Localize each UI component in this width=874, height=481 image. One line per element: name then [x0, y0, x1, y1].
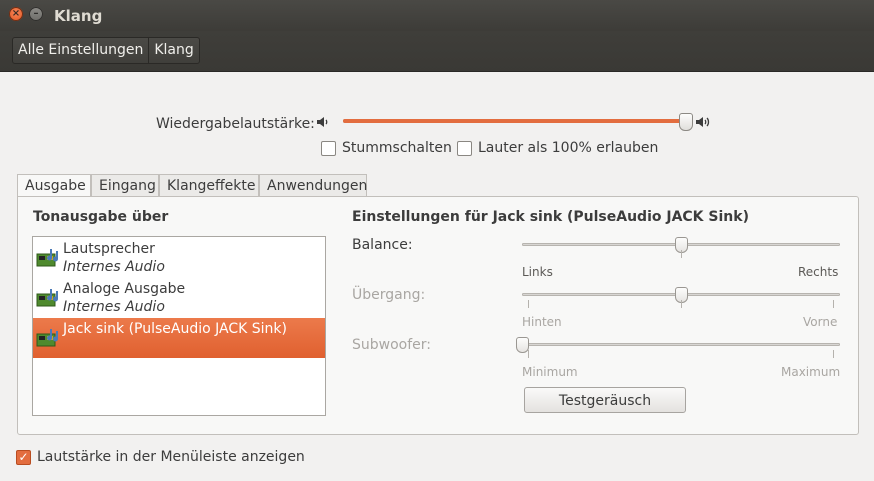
balance-left-label: Links [522, 265, 553, 279]
sound-card-icon [36, 329, 58, 347]
list-item-selected[interactable]: Jack sink (PulseAudio JACK Sink) [33, 318, 325, 358]
fade-right-tick [833, 300, 834, 308]
toolbar: Alle Einstellungen Klang [0, 31, 874, 72]
device-name: Analoge Ausgabe [63, 281, 186, 297]
minimize-button[interactable]: – [29, 7, 43, 21]
subwoofer-label: Subwoofer: [352, 337, 431, 353]
fade-left-label: Hinten [522, 315, 562, 329]
list-item[interactable]: Analoge Ausgabe Internes Audio [33, 278, 325, 318]
tab-sound-effects[interactable]: Klangeffekte [159, 174, 259, 197]
settings-heading: Einstellungen für Jack sink (PulseAudio … [352, 209, 749, 225]
breadcrumb: Alle Einstellungen Klang [12, 37, 200, 64]
mute-label: Stummschalten [342, 140, 452, 156]
list-item[interactable]: Lautsprecher Internes Audio [33, 238, 325, 278]
sound-card-icon [36, 249, 58, 267]
tab-applications[interactable]: Anwendungen [259, 174, 367, 197]
subwoofer-left-tick [528, 350, 529, 358]
tab-input[interactable]: Eingang [91, 174, 159, 197]
main-content: Wiedergabelautstärke: Stummschalten Laut… [4, 72, 870, 477]
balance-label: Balance: [352, 237, 413, 253]
subwoofer-min-label: Minimum [522, 365, 578, 379]
overamplify-label: Lauter als 100% erlauben [478, 140, 659, 156]
subwoofer-slider[interactable] [522, 343, 840, 346]
show-in-menubar-label: Lautstärke in der Menüleiste anzeigen [37, 449, 305, 465]
fade-label: Übergang: [352, 287, 426, 303]
title-bar: × – Klang [0, 0, 874, 31]
volume-label: Wiedergabelautstärke: [156, 116, 315, 132]
fade-right-label: Vorne [803, 315, 838, 329]
subwoofer-max-label: Maximum [781, 365, 841, 379]
volume-low-icon [317, 117, 328, 127]
test-sound-button[interactable]: Testgeräusch [524, 387, 686, 413]
minimize-icon: – [33, 8, 39, 19]
device-name: Lautsprecher [63, 241, 155, 257]
fade-left-tick [528, 300, 529, 308]
volume-slider-handle[interactable] [679, 113, 693, 131]
output-heading: Tonausgabe über [33, 209, 169, 225]
breadcrumb-sound[interactable]: Klang [148, 38, 198, 63]
device-subtitle: Internes Audio [63, 299, 165, 315]
output-panel: Tonausgabe über Lautsprecher Internes Au… [17, 196, 859, 435]
breadcrumb-all-settings[interactable]: Alle Einstellungen [13, 38, 148, 63]
balance-center-tick [681, 250, 682, 258]
volume-high-icon [696, 117, 710, 127]
output-device-list[interactable]: Lautsprecher Internes Audio Analoge Ausg… [32, 236, 326, 416]
device-name: Jack sink (PulseAudio JACK Sink) [63, 321, 287, 337]
checkmark-icon: ✓ [18, 450, 29, 464]
fade-center-tick [681, 300, 682, 308]
close-icon: × [11, 8, 21, 19]
show-in-menubar-checkbox[interactable]: ✓ [16, 450, 31, 465]
window-title: Klang [54, 7, 103, 25]
subwoofer-right-tick [833, 350, 834, 358]
close-button[interactable]: × [9, 7, 23, 21]
volume-slider[interactable] [343, 119, 689, 123]
volume-slider-fill [343, 119, 686, 123]
mute-checkbox[interactable] [321, 141, 336, 156]
sound-card-icon [36, 289, 58, 307]
device-subtitle: Internes Audio [63, 259, 165, 275]
balance-right-label: Rechts [798, 265, 839, 279]
overamplify-checkbox[interactable] [457, 141, 472, 156]
